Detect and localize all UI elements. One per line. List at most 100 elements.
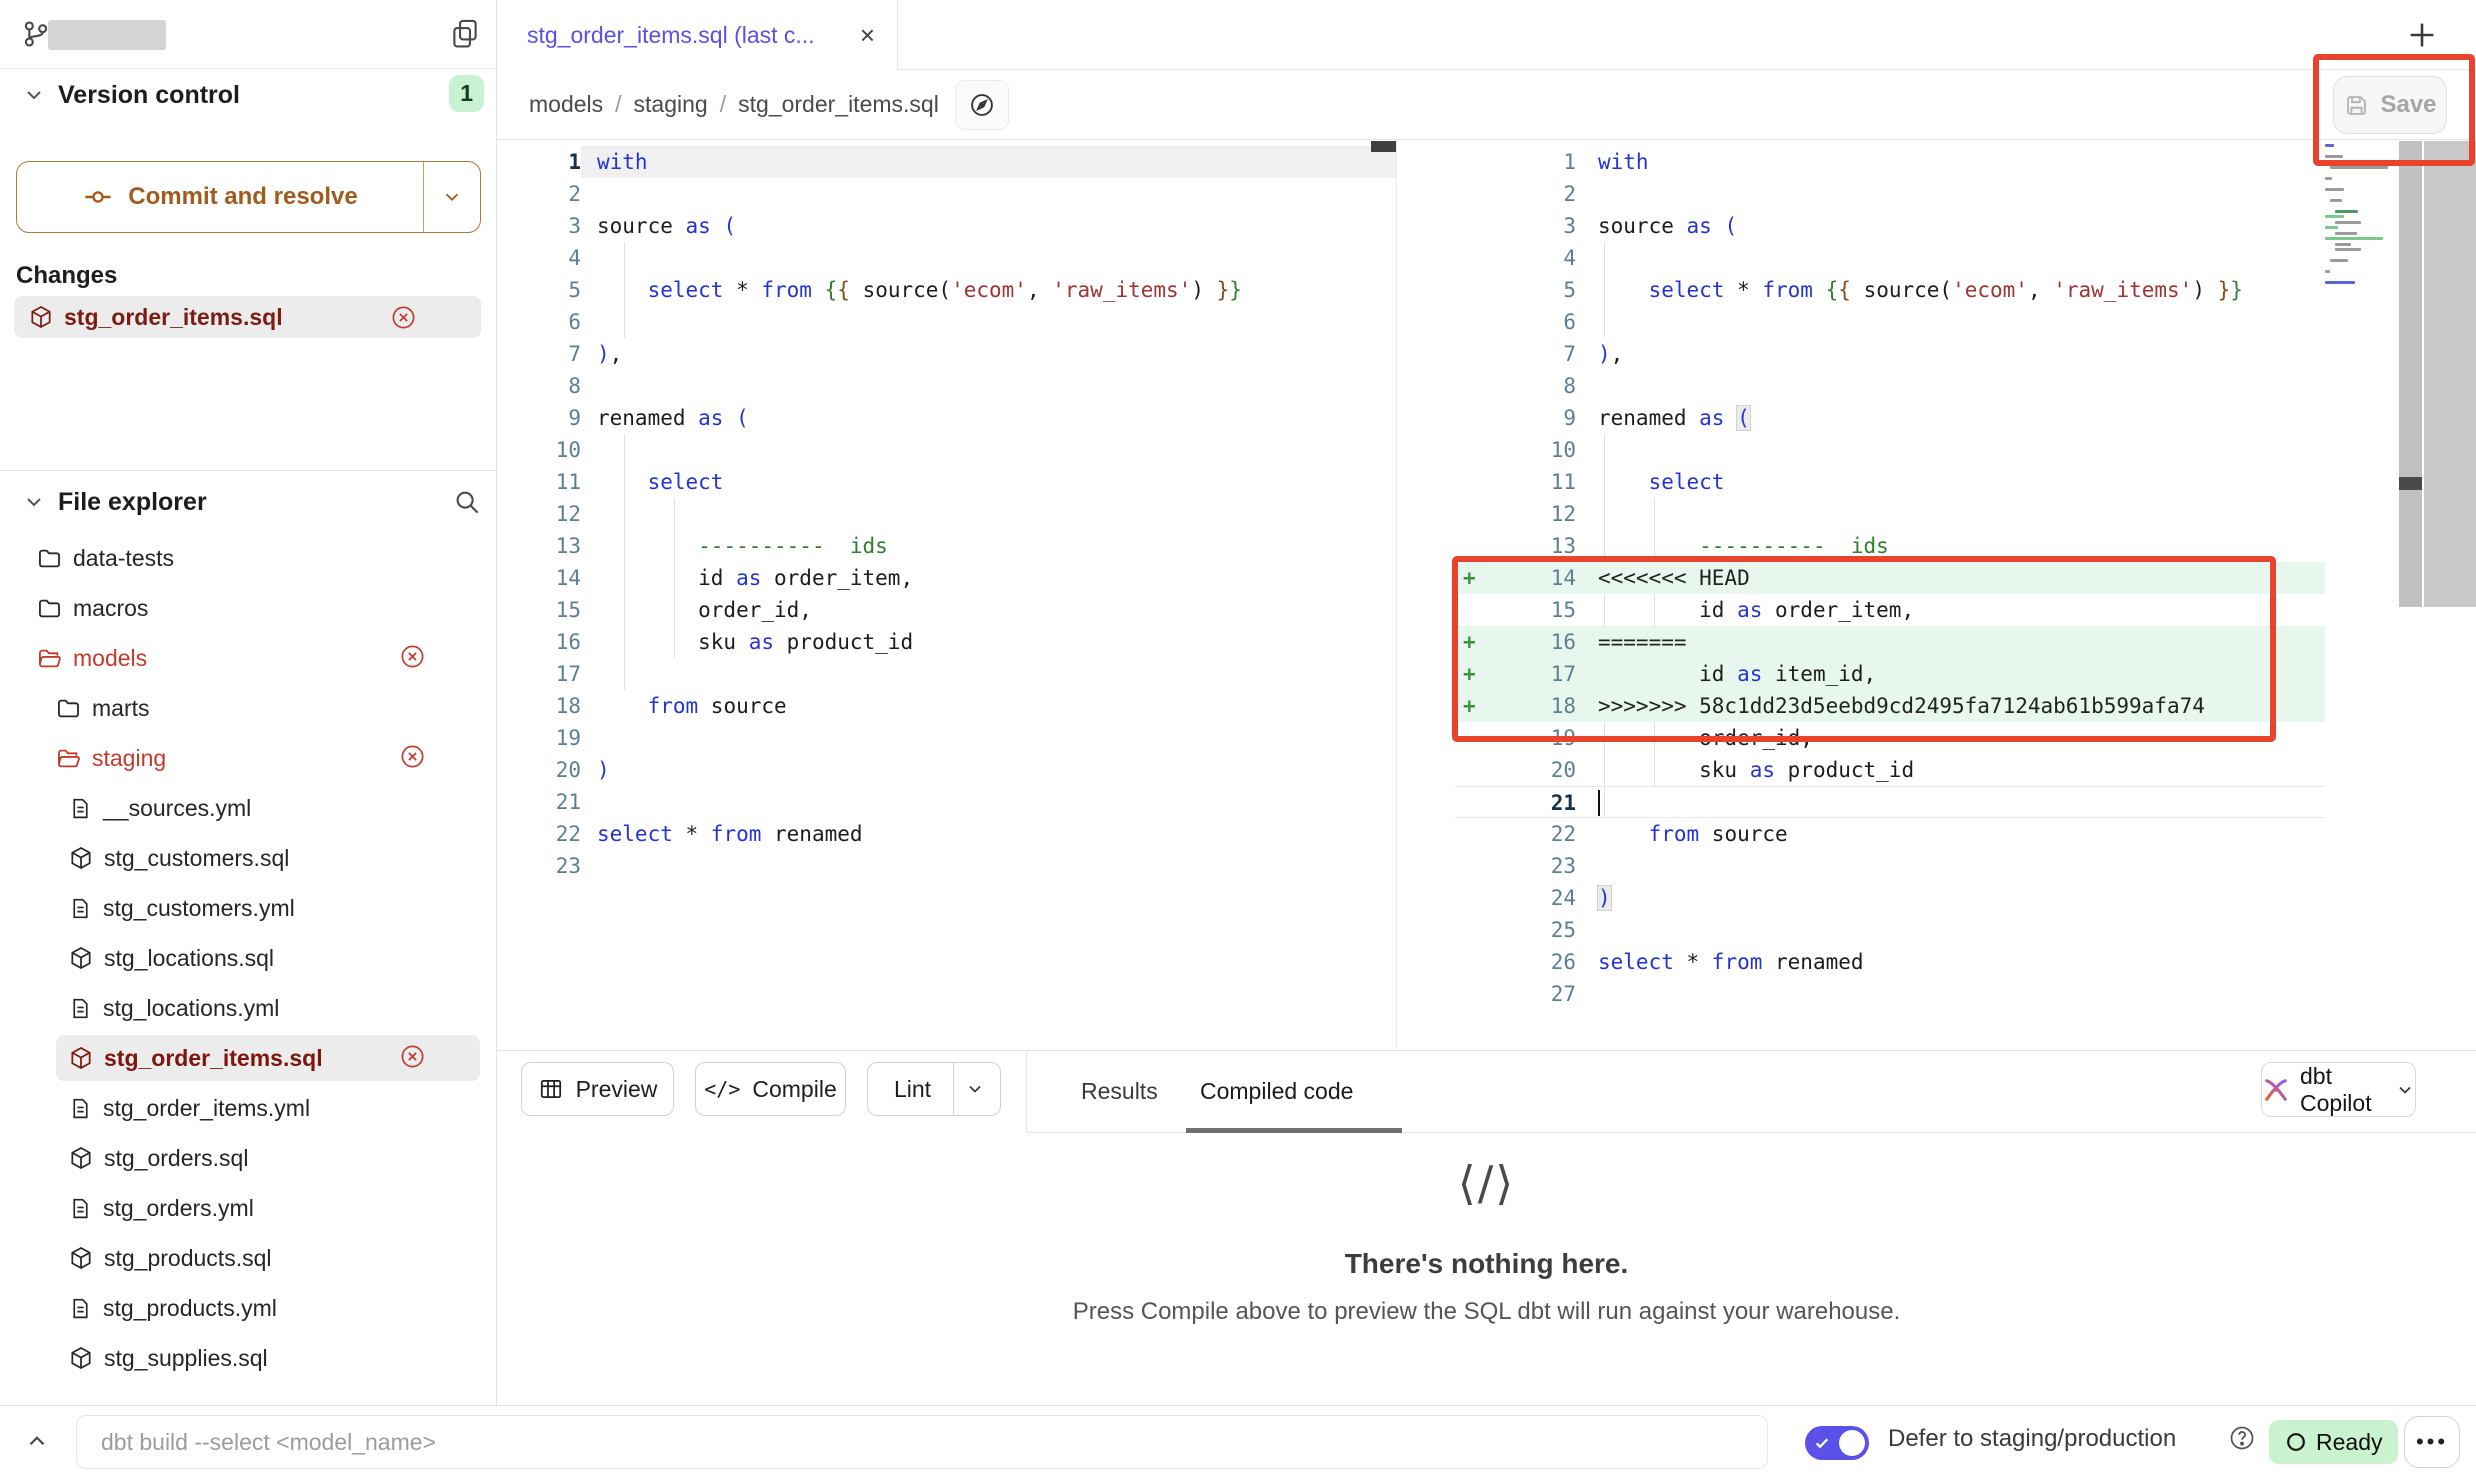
file-tree-item-stg-products-yml[interactable]: stg_products.yml [0,1283,496,1333]
file-tree-item-stg-locations-sql[interactable]: stg_locations.sql [0,933,496,983]
code-line[interactable]: 5 select * from {{ source('ecom', 'raw_i… [497,274,1396,306]
file-tree-item-stg-orders-sql[interactable]: stg_orders.sql [0,1133,496,1183]
scrollbar-thumb[interactable] [1371,141,1396,152]
code-line[interactable]: 12 [1455,498,2325,530]
command-input[interactable] [76,1415,1768,1469]
file-tree-item-macros[interactable]: macros [0,583,496,633]
file-tree-item-marts[interactable]: marts [0,683,496,733]
code-line[interactable]: 6 [497,306,1396,338]
commit-and-resolve-button[interactable]: Commit and resolve [16,161,481,233]
tab-results[interactable]: Results [1081,1051,1158,1132]
commit-options-caret[interactable] [423,162,480,232]
code-line[interactable]: 2 [1455,178,2325,210]
breadcrumb-staging[interactable]: staging [634,91,708,118]
file-tree-item-stg-locations-yml[interactable]: stg_locations.yml [0,983,496,1033]
question-circle-icon[interactable] [2228,1424,2256,1452]
plus-icon[interactable] [2405,18,2439,52]
file-tree-item-stg-supplies-sql[interactable]: stg_supplies.sql [0,1333,496,1383]
breadcrumb-models[interactable]: models [529,91,603,118]
defer-toggle[interactable] [1805,1426,1869,1460]
code-line[interactable]: 22select * from renamed [497,818,1396,850]
code-line[interactable]: 23 [1455,850,2325,882]
chevron-up-icon[interactable] [24,1428,50,1454]
code-line[interactable]: 12 [497,498,1396,530]
code-line[interactable]: 17 [497,658,1396,690]
code-line[interactable]: 4 [497,242,1396,274]
code-line[interactable]: 22 from source [1455,818,2325,850]
file-tree-item-models[interactable]: models [0,633,496,683]
code-line[interactable]: 19 order_id, [1455,722,2325,754]
file-tree-item-stg-customers-sql[interactable]: stg_customers.sql [0,833,496,883]
changed-file-row[interactable]: stg_order_items.sql [14,296,481,338]
copy-pages-icon[interactable] [448,16,482,50]
code-line[interactable]: 3source as ( [497,210,1396,242]
code-line[interactable]: 7), [1455,338,2325,370]
code-line[interactable]: 11 select [497,466,1396,498]
lineage-button[interactable] [955,80,1009,130]
code-line[interactable]: 1with [497,146,1396,178]
breadcrumb-file[interactable]: stg_order_items.sql [738,91,939,118]
code-line[interactable]: +17 id as item_id, [1455,658,2325,690]
file-explorer-header[interactable]: File explorer [0,471,496,533]
code-line[interactable]: 7), [497,338,1396,370]
code-line[interactable]: 21 [497,786,1396,818]
file-tree-item-staging[interactable]: staging [0,733,496,783]
minimap-scrollbar[interactable] [2399,141,2422,607]
code-line[interactable]: 20) [497,754,1396,786]
code-line[interactable]: 9renamed as ( [497,402,1396,434]
tab-stg-order-items[interactable]: stg_order_items.sql (last c... × [497,0,898,70]
code-line[interactable]: 8 [497,370,1396,402]
code-line[interactable]: 1with [1455,146,2325,178]
minimap[interactable] [2325,141,2397,292]
file-tree-item-stg-customers-yml[interactable]: stg_customers.yml [0,883,496,933]
circle-x-icon[interactable] [390,304,417,331]
lint-button[interactable]: Lint [867,1062,1001,1116]
code-line[interactable]: 24) [1455,882,2325,914]
code-line[interactable]: 14 id as order_item, [497,562,1396,594]
scrollbar-thumb[interactable] [2399,477,2422,490]
editor-pane-original[interactable]: 1with23source as (45 select * from {{ so… [497,140,1397,1050]
compile-button[interactable]: </> Compile [695,1062,846,1116]
code-line[interactable]: 5 select * from {{ source('ecom', 'raw_i… [1455,274,2325,306]
status-badge-ready[interactable]: Ready [2269,1420,2398,1464]
code-line[interactable]: 20 sku as product_id [1455,754,2325,786]
code-line[interactable]: 23 [497,850,1396,882]
file-tree-item-stg-orders-yml[interactable]: stg_orders.yml [0,1183,496,1233]
code-line[interactable]: 3source as ( [1455,210,2325,242]
code-line[interactable]: 2 [497,178,1396,210]
file-tree-item--sources-yml[interactable]: __sources.yml [0,783,496,833]
code-line[interactable]: 18 from source [497,690,1396,722]
chevron-down-icon[interactable] [953,1063,996,1115]
circle-x-icon[interactable] [399,743,426,770]
code-line[interactable]: 13 ---------- ids [497,530,1396,562]
code-line[interactable]: 6 [1455,306,2325,338]
code-line[interactable]: 21 [1455,786,2325,818]
code-line[interactable]: 19 [497,722,1396,754]
code-line[interactable]: 10 [1455,434,2325,466]
file-tree-item-stg-order-items-sql[interactable]: stg_order_items.sql [0,1033,496,1083]
code-line[interactable]: 8 [1455,370,2325,402]
code-line[interactable]: 15 order_id, [497,594,1396,626]
search-icon[interactable] [452,487,482,517]
code-line[interactable]: 25 [1455,914,2325,946]
code-line[interactable]: 15 id as order_item, [1455,594,2325,626]
code-line[interactable]: +18>>>>>>> 58c1dd23d5eebd9cd2495fa7124ab… [1455,690,2325,722]
branch-name-placeholder[interactable] [48,20,166,50]
code-line[interactable]: +14<<<<<<< HEAD [1455,562,2325,594]
close-icon[interactable]: × [860,20,875,51]
code-line[interactable]: 4 [1455,242,2325,274]
circle-x-icon[interactable] [399,1043,426,1070]
circle-x-icon[interactable] [399,643,426,670]
code-line[interactable]: 10 [497,434,1396,466]
dbt-copilot-button[interactable]: dbt Copilot [2261,1062,2416,1117]
code-line[interactable]: 13 ---------- ids [1455,530,2325,562]
tab-compiled-code[interactable]: Compiled code [1200,1051,1353,1132]
preview-button[interactable]: Preview [521,1062,674,1116]
code-line[interactable]: 11 select [1455,466,2325,498]
editor-pane-modified[interactable]: 1with23source as (45 select * from {{ so… [1455,140,2325,1050]
code-line[interactable]: 9renamed as ( [1455,402,2325,434]
code-line[interactable]: 27 [1455,978,2325,1010]
file-tree-item-data-tests[interactable]: data-tests [0,533,496,583]
code-line[interactable]: +16======= [1455,626,2325,658]
save-button[interactable]: Save [2333,76,2447,134]
